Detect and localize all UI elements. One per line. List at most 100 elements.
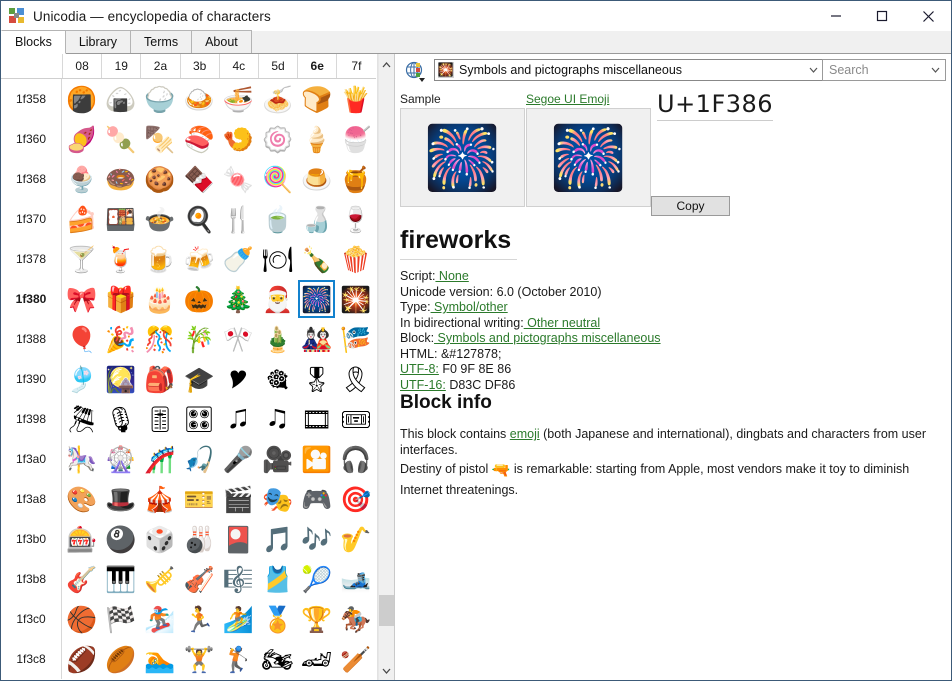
grid-row-label[interactable]: 1f3b8 (1, 559, 62, 599)
grid-row-label[interactable]: 1f358 (1, 79, 62, 119)
grid-cell[interactable]: 🍤 (219, 119, 258, 159)
grid-column-header[interactable]: 19 (101, 54, 140, 78)
grid-cell[interactable]: 🎗 (336, 359, 375, 399)
grid-cell[interactable]: 🎸 (62, 559, 101, 599)
grid-cell[interactable]: 🍜 (219, 79, 258, 119)
grid-cell[interactable]: 🍹 (101, 239, 140, 279)
grid-cell[interactable]: 🎣 (180, 439, 219, 479)
grid-column-header[interactable]: 3b (179, 54, 219, 78)
grid-cell[interactable]: 🍿 (336, 239, 375, 279)
grid-cell[interactable]: 🍳 (180, 199, 219, 239)
grid-cell[interactable]: 🎐 (62, 359, 101, 399)
grid-cell[interactable]: 🍩 (101, 159, 140, 199)
grid-cell[interactable]: 🎀 (62, 279, 101, 319)
property-label[interactable]: UTF-16: (400, 378, 446, 392)
grid-row-label[interactable]: 1f368 (1, 159, 62, 199)
grid-cell[interactable]: 🎂 (140, 279, 179, 319)
search-input[interactable]: Search (822, 59, 946, 81)
grid-cell[interactable]: 🍣 (180, 119, 219, 159)
property-value[interactable]: None (435, 269, 469, 283)
grid-cell[interactable]: 🎇 (336, 279, 375, 319)
grid-cell[interactable]: 🍦 (297, 119, 336, 159)
grid-row-label[interactable]: 1f3a0 (1, 439, 62, 479)
grid-cell[interactable]: 🎙 (101, 399, 140, 439)
grid-cell[interactable]: 🏎 (297, 639, 336, 679)
emoji-link[interactable]: emoji (510, 427, 540, 441)
grid-cell[interactable]: 🏋 (180, 639, 219, 679)
grid-column-header[interactable]: 2a (140, 54, 179, 78)
grid-cell[interactable]: 🎯 (336, 479, 375, 519)
grid-cell[interactable]: 🎩 (101, 479, 140, 519)
unicode-grid-icon[interactable] (405, 61, 427, 83)
grid-cell[interactable]: 🏁 (101, 599, 140, 639)
tab-terms[interactable]: Terms (130, 30, 193, 53)
grid-cell[interactable]: 🎋 (180, 319, 219, 359)
grid-cell[interactable]: 🍧 (336, 119, 375, 159)
close-icon[interactable] (905, 1, 951, 31)
grid-cell[interactable]: 🎥 (258, 439, 297, 479)
grid-cell[interactable]: 🎴 (219, 519, 258, 559)
minimize-icon[interactable] (813, 1, 859, 31)
grid-cell-selected[interactable]: 🎆 (297, 279, 336, 319)
maximize-icon[interactable] (859, 1, 905, 31)
grid-column-header-selected[interactable]: 6e (297, 54, 336, 78)
grid-cell[interactable]: 🎧 (336, 439, 375, 479)
grid-row-label[interactable]: 1f390 (1, 359, 62, 399)
grid-cell[interactable]: 🎭 (258, 479, 297, 519)
grid-cell[interactable]: 🍚 (140, 79, 179, 119)
grid-cell[interactable]: 🍺 (140, 239, 179, 279)
grid-row-label[interactable]: 1f398 (1, 399, 62, 439)
grid-row-label[interactable]: 1f3a8 (1, 479, 62, 519)
grid-cell[interactable]: 🏍 (258, 639, 297, 679)
grid-cell[interactable]: 🎃 (180, 279, 219, 319)
grid-cell[interactable]: 🎌 (219, 319, 258, 359)
property-label[interactable]: UTF-8: (400, 362, 439, 376)
grid-cell[interactable]: 🍛 (180, 79, 219, 119)
grid-row-label[interactable]: 1f3c8 (1, 639, 62, 679)
chevron-down-icon[interactable] (804, 60, 822, 80)
grid-cell[interactable]: 🍴 (219, 199, 258, 239)
grid-cell[interactable]: 🏊 (140, 639, 179, 679)
grid-cell[interactable]: 🍪 (140, 159, 179, 199)
scrollbar-thumb[interactable] (379, 595, 394, 626)
grid-cell[interactable]: 🍥 (258, 119, 297, 159)
grid-cell[interactable]: 🎹 (101, 559, 140, 599)
grid-cell[interactable]: 🍠 (62, 119, 101, 159)
grid-cell[interactable]: 🎁 (101, 279, 140, 319)
grid-cell[interactable]: 🎘 (62, 399, 101, 439)
grid-cell[interactable]: 🍲 (140, 199, 179, 239)
grid-cell[interactable]: 🎢 (140, 439, 179, 479)
grid-cell[interactable]: 🎕 (258, 359, 297, 399)
grid-cell[interactable]: 🎼 (219, 559, 258, 599)
grid-cell[interactable]: 🎞 (297, 399, 336, 439)
grid-cell[interactable]: 🎒 (140, 359, 179, 399)
grid-cell[interactable]: 🎷 (336, 519, 375, 559)
grid-cell[interactable]: 🎄 (219, 279, 258, 319)
grid-cell[interactable]: 🍞 (297, 79, 336, 119)
grid-cell[interactable]: 🎿 (336, 559, 375, 599)
grid-cell[interactable]: 🏃 (180, 599, 219, 639)
grid-row-label[interactable]: 1f378 (1, 239, 62, 279)
grid-cell[interactable]: 🎲 (140, 519, 179, 559)
grid-cell[interactable]: 🍵 (258, 199, 297, 239)
grid-row-label[interactable]: 1f3b0 (1, 519, 62, 559)
grid-cell[interactable]: 🎜 (219, 399, 258, 439)
grid-cell[interactable]: 🎺 (140, 559, 179, 599)
grid-cell[interactable]: 🏆 (297, 599, 336, 639)
grid-cell[interactable]: 🎠 (62, 439, 101, 479)
property-value[interactable]: Symbols and pictographs miscellaneous (434, 331, 661, 345)
grid-cell[interactable]: 🎏 (336, 319, 375, 359)
grid-cell[interactable]: 🎻 (180, 559, 219, 599)
chevron-down-icon[interactable] (926, 60, 944, 80)
tab-blocks[interactable]: Blocks (1, 30, 66, 54)
grid-cell[interactable]: 🎊 (140, 319, 179, 359)
grid-row-label[interactable]: 1f360 (1, 119, 62, 159)
grid-cell[interactable]: 🍱 (101, 199, 140, 239)
grid-cell[interactable]: 🎦 (297, 439, 336, 479)
block-select[interactable]: 🎇 Symbols and pictographs miscellaneous (434, 59, 824, 81)
grid-cell[interactable]: 🏉 (101, 639, 140, 679)
grid-row-label[interactable]: 1f3c0 (1, 599, 62, 639)
grid-column-header[interactable]: 4c (218, 54, 258, 78)
grid-cell[interactable]: 🎫 (180, 479, 219, 519)
grid-cell[interactable]: 🎉 (101, 319, 140, 359)
